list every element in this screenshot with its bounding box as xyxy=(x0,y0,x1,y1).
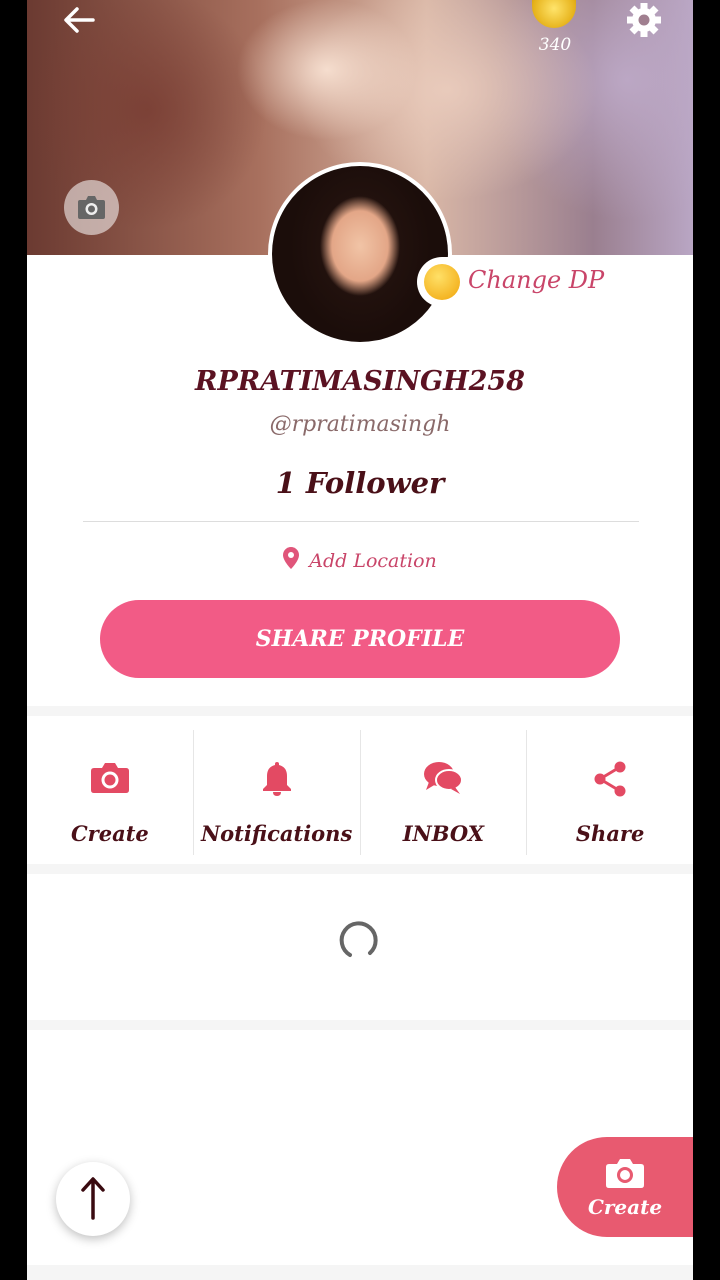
profile-name: RPRATIMASINGH258 xyxy=(195,366,525,397)
add-location-label: Add Location xyxy=(309,550,437,572)
profile-handle: @rpratimasingh xyxy=(269,412,451,437)
location-pin-icon xyxy=(283,547,300,569)
camera-icon xyxy=(90,763,129,793)
kissing-emoji-icon xyxy=(424,264,460,300)
share-icon xyxy=(594,761,626,797)
arrow-up-icon xyxy=(81,1177,105,1220)
create-fab-button[interactable]: Create xyxy=(557,1137,693,1237)
gear-icon[interactable] xyxy=(623,0,665,40)
share-action[interactable]: Share xyxy=(526,730,693,855)
add-location-link[interactable]: Add Location xyxy=(27,547,693,572)
loading-spinner-icon xyxy=(339,921,378,957)
section-divider xyxy=(27,1020,693,1030)
back-arrow-icon[interactable] xyxy=(59,2,99,38)
bottom-divider xyxy=(27,1265,693,1280)
coin-count: 340 xyxy=(538,35,572,55)
chat-bubbles-icon xyxy=(424,762,464,794)
create-action[interactable]: Create xyxy=(27,730,193,855)
section-divider xyxy=(27,864,693,874)
bell-icon xyxy=(262,762,291,796)
profile-screen: 340 Change DP RPRATIMASINGH258 @rpratima… xyxy=(27,0,693,1280)
notifications-action[interactable]: Notifications xyxy=(192,730,360,855)
camera-icon xyxy=(606,1159,644,1188)
action-label: Create xyxy=(70,821,149,846)
share-profile-button[interactable]: SHARE PROFILE xyxy=(100,600,620,678)
inbox-action[interactable]: INBOX xyxy=(359,730,527,855)
action-label: Notifications xyxy=(200,821,353,846)
change-dp-label[interactable]: Change DP xyxy=(468,266,604,294)
cover-camera-button[interactable] xyxy=(64,180,119,235)
action-bar: Create Notifications INBOX Share xyxy=(27,730,693,855)
action-label: INBOX xyxy=(402,821,485,846)
action-label: Share xyxy=(575,821,645,846)
camera-icon xyxy=(78,196,105,219)
scroll-to-top-button[interactable] xyxy=(56,1162,130,1236)
avatar-photo xyxy=(272,166,448,342)
fab-label: Create xyxy=(587,1195,663,1219)
divider xyxy=(83,521,639,522)
followers-count[interactable]: 1 Follower xyxy=(27,466,693,500)
section-divider xyxy=(27,706,693,716)
avatar[interactable] xyxy=(268,162,452,346)
